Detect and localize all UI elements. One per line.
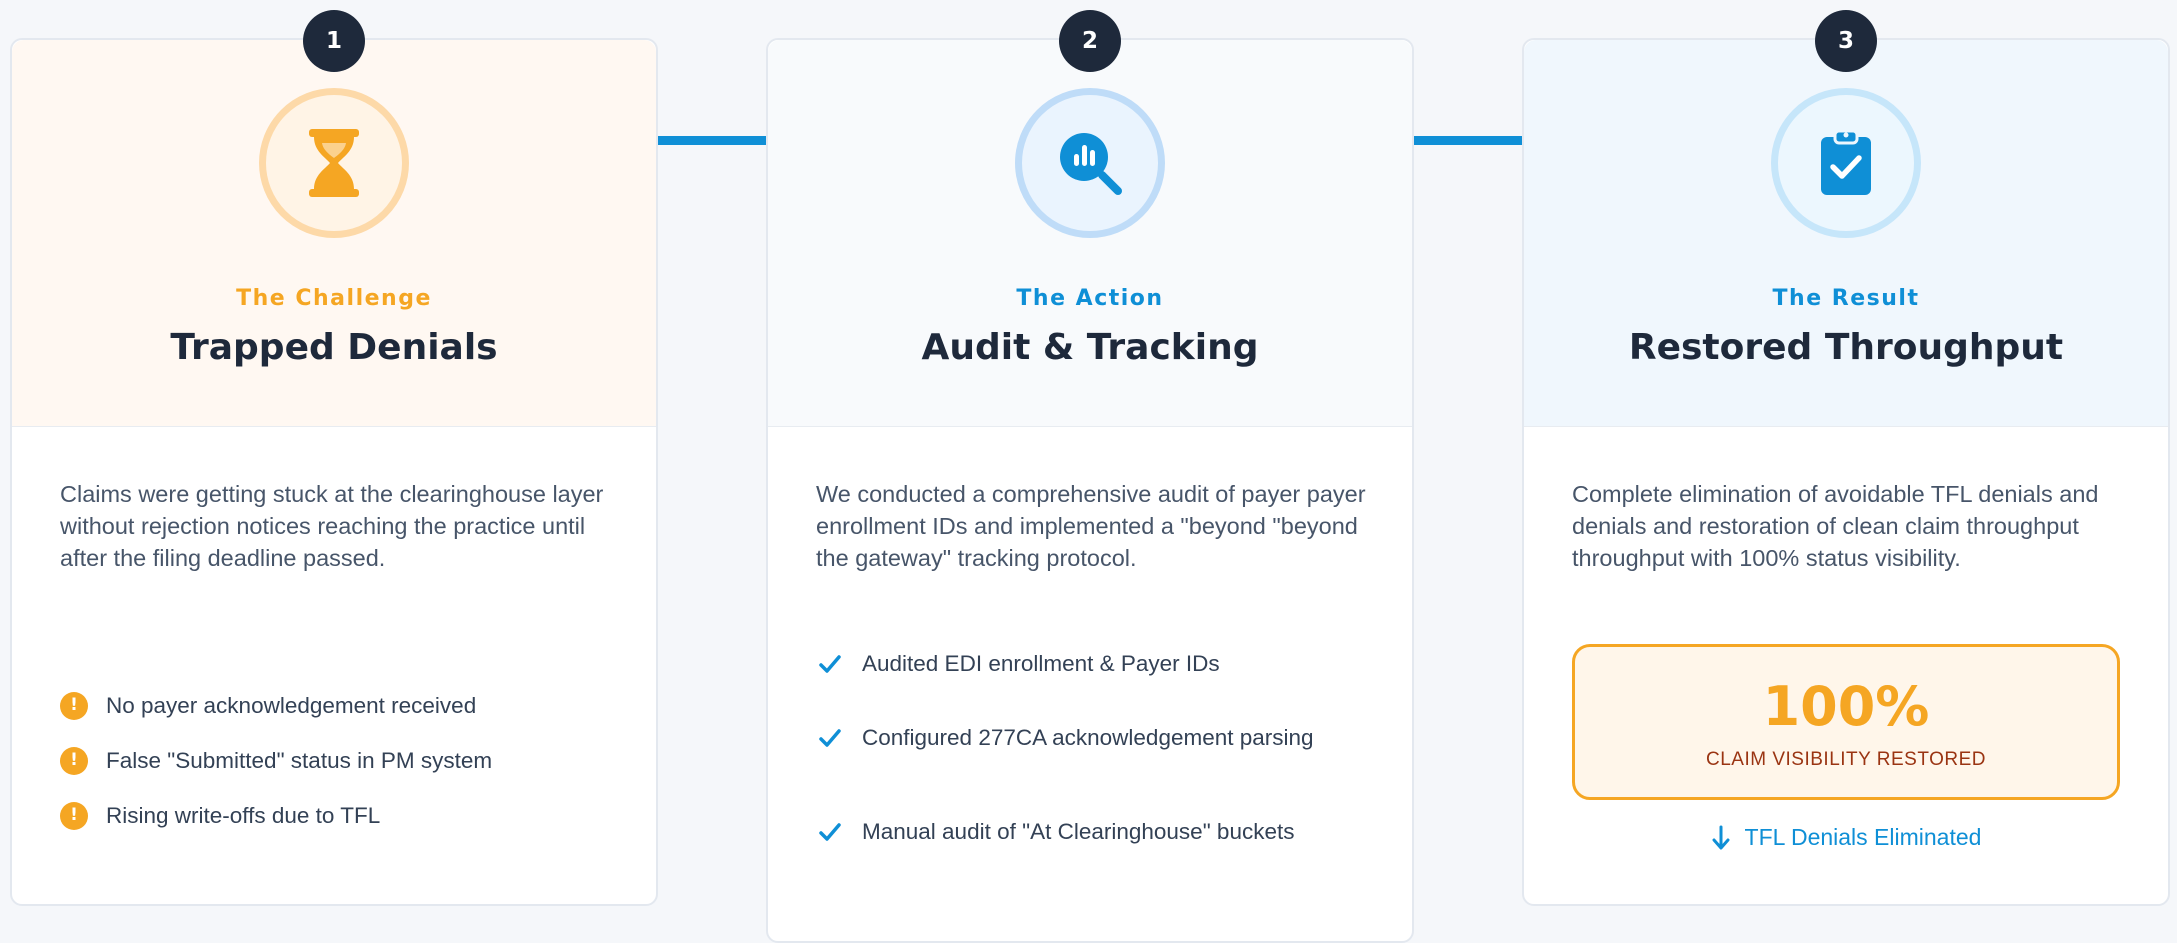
step-number-badge: 3 (1815, 10, 1877, 72)
step-title: Audit & Tracking (921, 327, 1259, 368)
check-icon (819, 823, 841, 841)
step-title: Restored Throughput (1628, 327, 2064, 368)
challenge-card-header: 1 The Challenge Trapped Denials (12, 10, 656, 427)
result-card-header: 3 The Result Restored Throughput (1524, 10, 2168, 427)
challenge-card: 1 The Challenge Trapped Denials Claims w… (10, 10, 658, 906)
list-item: Manual audit of "At Clearinghouse" bucke… (816, 818, 1392, 846)
alert-icon: ! (60, 747, 88, 775)
list-item: ! Rising write-offs due to TFL (60, 802, 636, 830)
result-icon-ring (1771, 88, 1921, 238)
search-chart-icon (1060, 133, 1122, 195)
metric-box: 100% CLAIM VISIBILITY RESTORED (1572, 644, 2120, 800)
step-title: Trapped Denials (170, 327, 498, 368)
action-icon-ring (1015, 88, 1165, 238)
list-item-label: Manual audit of "At Clearinghouse" bucke… (862, 819, 1295, 844)
list-item-label: Configured 277CA acknowledgement parsing (862, 725, 1314, 750)
metric-value: 100% (1762, 675, 1930, 738)
step-description: Claims were getting stuck at the clearin… (60, 481, 604, 571)
check-icon (819, 655, 841, 673)
step-eyebrow: The Challenge (236, 286, 432, 311)
alert-icon: ! (60, 692, 88, 720)
action-card-header: 2 The Action Audit & Tracking (768, 10, 1412, 427)
list-item: Audited EDI enrollment & Payer IDs (816, 650, 1392, 678)
list-item: ! False "Submitted" status in PM system (60, 747, 636, 775)
step-number-badge: 1 (303, 10, 365, 72)
metric-label: CLAIM VISIBILITY RESTORED (1706, 749, 1986, 770)
list-item-label: False "Submitted" status in PM system (106, 748, 493, 773)
step-description: We conducted a comprehensive audit of pa… (816, 481, 1366, 571)
step-eyebrow: The Result (1772, 286, 1920, 311)
list-item: ! No payer acknowledgement received (60, 692, 636, 720)
list-item-label: Rising write-offs due to TFL (106, 803, 381, 828)
connector-2-3 (1414, 136, 1522, 145)
step-eyebrow: The Action (1016, 286, 1164, 311)
result-footer: TFL Denials Eliminated (1524, 824, 2168, 851)
result-card: 3 The Result Restored Throughput Complet… (1522, 10, 2170, 906)
list-item: Configured 277CA acknowledgement parsing (816, 724, 1392, 752)
hourglass-icon (309, 129, 359, 197)
arrow-down-icon (1712, 825, 1730, 849)
step-description: Complete elimination of avoidable TFL de… (1572, 481, 2099, 571)
result-footer-label: TFL Denials Eliminated (1744, 824, 1982, 850)
list-item-label: Audited EDI enrollment & Payer IDs (862, 651, 1220, 676)
step-number-badge: 2 (1059, 10, 1121, 72)
list-item-label: No payer acknowledgement received (106, 693, 477, 718)
check-icon (819, 729, 841, 747)
clipboard-check-icon (1821, 129, 1871, 195)
connector-1-2 (658, 136, 766, 145)
challenge-icon-ring (259, 88, 409, 238)
alert-icon: ! (60, 802, 88, 830)
action-card: 2 The Action Audit & Tracking We conduct… (766, 10, 1414, 943)
